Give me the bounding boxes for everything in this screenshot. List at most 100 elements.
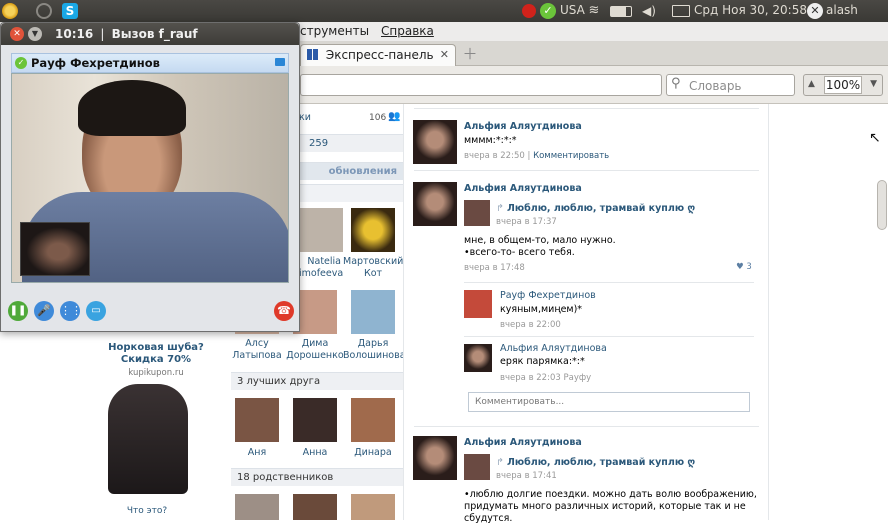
count-row: 259 <box>299 134 403 152</box>
divider <box>464 282 754 283</box>
online-status-icon: ✓ <box>15 57 27 69</box>
ubuntu-logo-icon[interactable] <box>2 3 18 19</box>
best-friends-header: 3 лучших друга <box>231 372 403 390</box>
window-titlebar[interactable]: ✕ ▼ 10:16 | Вызов f_rauf <box>1 23 299 45</box>
post-author[interactable]: Альфия Аляутдинова <box>464 121 582 132</box>
scrollbar[interactable] <box>877 180 887 230</box>
mail-icon[interactable] <box>672 5 690 17</box>
divider <box>414 170 759 171</box>
post-avatar[interactable] <box>413 436 457 480</box>
repost-title[interactable]: ↱ Люблю, люблю, трамвай куплю ღ <box>496 457 695 468</box>
friend-photo[interactable] <box>299 208 343 252</box>
relative-photo[interactable] <box>293 494 337 520</box>
video-indicator-icon <box>275 58 285 66</box>
end-call-button[interactable]: ☎ <box>274 301 294 321</box>
title-separator: | <box>100 27 105 41</box>
divider <box>414 426 759 427</box>
contact-name: Рауф Фехретдинов <box>31 56 160 70</box>
skype-call-window[interactable]: ✕ ▼ 10:16 | Вызов f_rauf ✓ Рауф Фехретди… <box>0 22 300 332</box>
person-hair <box>78 80 186 136</box>
comment-link[interactable]: Комментировать <box>533 151 609 161</box>
top-panel: S ✓ USA ≋ ◀) Срд Ноя 30, 20:58 ✕ alash <box>0 0 888 22</box>
reply-to-link[interactable]: Рауфу <box>563 373 591 383</box>
post-author[interactable]: Альфия Аляутдинова <box>464 183 582 194</box>
ad-subtitle[interactable]: Скидка 70% <box>92 354 220 365</box>
friend-photo[interactable] <box>235 398 279 442</box>
call-title: Вызов f_rauf <box>111 27 198 41</box>
friend-name[interactable]: Мартовский Кот <box>343 256 403 280</box>
address-bar[interactable] <box>300 74 662 96</box>
self-view[interactable] <box>20 222 90 276</box>
menu-help[interactable]: Справка <box>381 24 434 38</box>
comment-author[interactable]: Рауф Фехретдинов <box>500 290 596 301</box>
user-status-icon[interactable]: ✕ <box>807 3 823 19</box>
remote-video[interactable] <box>11 73 289 283</box>
zoom-in-icon[interactable]: ▼ <box>870 79 877 89</box>
skype-icon[interactable]: S <box>62 3 78 19</box>
microphone-button[interactable]: 🎤 <box>34 301 54 321</box>
ad-title[interactable]: Норковая шуба? <box>92 342 220 353</box>
user-name[interactable]: alash <box>826 3 858 17</box>
updates-link[interactable]: обновления <box>329 166 397 177</box>
comment-avatar[interactable] <box>464 344 492 372</box>
relative-photo[interactable] <box>351 494 395 520</box>
repost-icon: ↱ <box>496 203 507 214</box>
comment-author[interactable]: Альфия Аляутдинова <box>500 343 607 354</box>
volume-icon[interactable]: ◀) <box>642 3 658 19</box>
top-count[interactable]: 106 <box>369 113 386 123</box>
like-button[interactable]: ♥ 3 <box>736 262 752 272</box>
menu-tools[interactable]: струменты <box>300 24 369 38</box>
friend-name[interactable]: Дарья Волошинова <box>343 338 406 362</box>
tab-express-panel[interactable]: Экспресс-панель ✕ <box>300 44 456 66</box>
repost-avatar[interactable] <box>464 200 490 226</box>
power-status-icon[interactable] <box>522 4 536 18</box>
repost-avatar[interactable] <box>464 454 490 480</box>
friend-name[interactable]: Динара <box>343 447 403 459</box>
count2[interactable]: 259 <box>309 138 328 149</box>
friend-photo[interactable] <box>351 290 395 334</box>
comment-time: вчера в 22:03 Рауфу <box>500 373 592 383</box>
clock[interactable]: Срд Ноя 30, 20:58 <box>694 3 807 17</box>
friend-name[interactable]: Аня <box>227 447 287 459</box>
wifi-icon[interactable]: ≋ <box>586 3 602 19</box>
post-avatar[interactable] <box>413 182 457 226</box>
ad-image[interactable] <box>108 384 188 494</box>
headphones-icon[interactable] <box>36 3 52 19</box>
minimize-window-icon[interactable]: ▼ <box>28 27 42 41</box>
ad-what-link[interactable]: Что это? <box>92 506 202 516</box>
relative-photo[interactable] <box>235 494 279 520</box>
friend-photo[interactable] <box>293 398 337 442</box>
battery-icon[interactable] <box>610 6 632 17</box>
skype-status-icon[interactable]: ✓ <box>540 3 556 19</box>
friend-name[interactable]: Дима Дорошенко <box>285 338 345 362</box>
video-call-button[interactable]: ▭ <box>86 301 106 321</box>
zoom-out-icon[interactable]: ▲ <box>808 79 815 89</box>
close-tab-icon[interactable]: ✕ <box>440 48 449 61</box>
ad-site[interactable]: kupikupon.ru <box>92 368 220 378</box>
friend-photo[interactable] <box>351 208 395 252</box>
comment-input[interactable]: Комментировать... <box>468 392 750 412</box>
keyboard-layout[interactable]: USA <box>560 3 585 17</box>
search-box[interactable]: ⚲ Словарь <box>666 74 795 96</box>
repost-title[interactable]: ↱ Люблю, люблю, трамвай куплю ღ <box>496 203 695 214</box>
friend-name[interactable]: Анна <box>285 447 345 459</box>
close-window-icon[interactable]: ✕ <box>10 27 24 41</box>
top-label[interactable]: ки <box>299 112 311 123</box>
right-margin: ↖ <box>768 104 888 520</box>
post-avatar[interactable] <box>413 120 457 164</box>
friend-photo[interactable] <box>351 398 395 442</box>
post-author[interactable]: Альфия Аляутдинова <box>464 437 582 448</box>
friend-name[interactable]: Алсу Латыпова <box>227 338 287 362</box>
post-text: мммм:*:*:* <box>464 135 517 146</box>
hold-call-button[interactable]: ❚❚ <box>8 301 28 321</box>
comment-avatar[interactable] <box>464 290 492 318</box>
new-tab-button[interactable]: ＋ <box>462 47 478 63</box>
zoom-control[interactable]: ▲ 100% ▼ <box>803 74 883 96</box>
post-text: •всего-то- всего тебя. <box>464 247 575 258</box>
contact-bar: ✓ Рауф Фехретдинов <box>11 53 289 73</box>
friend-name[interactable]: Natelia imofeeva <box>299 256 343 280</box>
post-text: сбудутся. <box>464 513 513 524</box>
dialpad-button[interactable]: ⋮⋮ <box>60 301 82 321</box>
people-icon: 👥 <box>388 111 401 122</box>
search-placeholder: Словарь <box>689 79 742 93</box>
